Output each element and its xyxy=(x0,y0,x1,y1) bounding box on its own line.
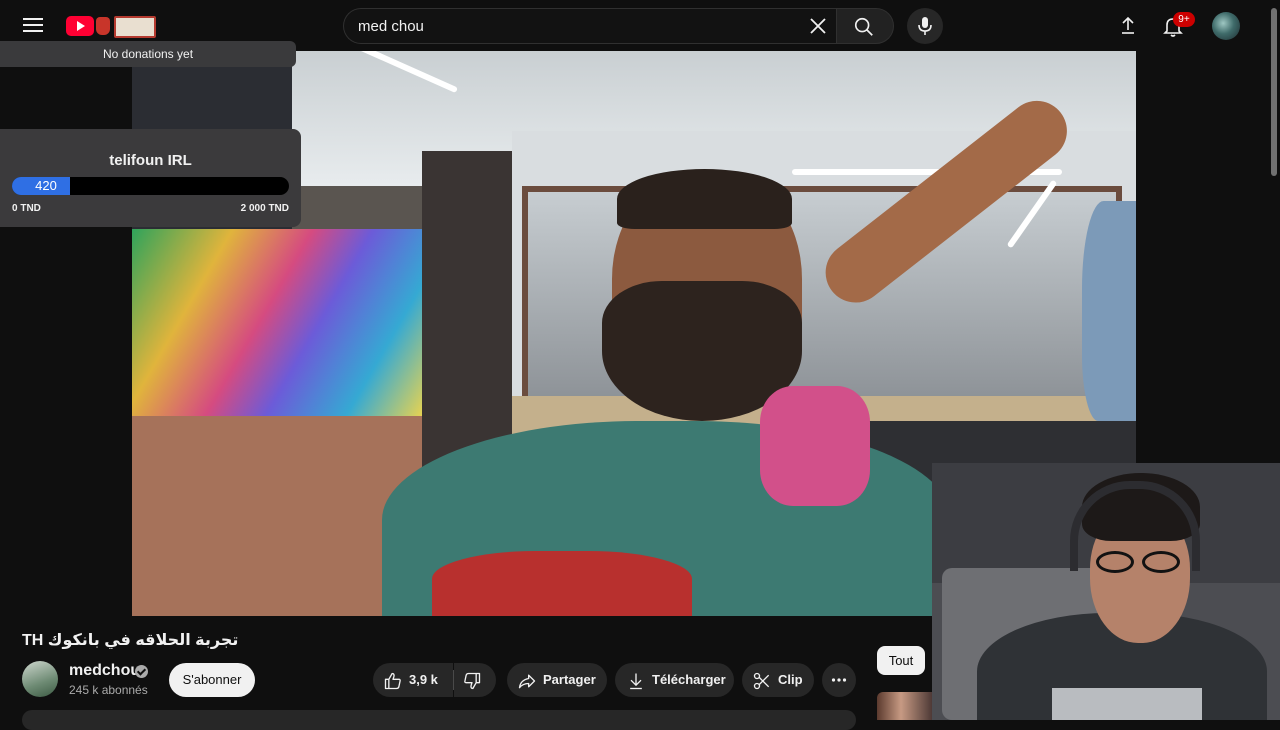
subscribe-button[interactable]: S'abonner xyxy=(169,663,255,697)
video-scene-towel xyxy=(760,386,870,506)
subscriber-count: 245 k abonnés xyxy=(69,683,148,697)
download-label: Télécharger xyxy=(652,672,726,687)
video-scene-person-hair xyxy=(617,169,792,229)
thumbs-up-icon xyxy=(384,672,401,690)
close-icon[interactable] xyxy=(806,14,830,38)
doodle-logo-decoration xyxy=(114,16,156,38)
goal-current-value: 420 xyxy=(35,178,57,193)
more-actions-button[interactable] xyxy=(822,663,856,697)
search-input[interactable] xyxy=(358,16,788,36)
share-icon xyxy=(518,674,536,689)
like-count: 3,9 k xyxy=(409,672,438,687)
donations-banner: No donations yet xyxy=(0,41,296,67)
upload-icon[interactable] xyxy=(1116,14,1140,38)
video-scene-cape xyxy=(432,551,692,616)
search-bar xyxy=(343,8,836,44)
search-icon xyxy=(854,17,873,36)
menu-icon[interactable] xyxy=(20,14,46,38)
clip-button[interactable]: Clip xyxy=(742,663,814,697)
thumbs-down-icon xyxy=(464,672,481,690)
description-box[interactable] xyxy=(22,710,856,730)
goal-progress-bar: 420 xyxy=(12,177,289,195)
webcam-overlay xyxy=(932,463,1280,720)
webcam-person-shirt-stripe xyxy=(1052,688,1202,720)
goal-min-label: 0 TND xyxy=(12,203,41,214)
mic-icon xyxy=(918,17,932,35)
goal-max-label: 2 000 TND xyxy=(240,203,289,214)
channel-name[interactable]: medchou xyxy=(69,662,140,680)
like-button[interactable]: 3,9 k xyxy=(373,663,453,697)
voice-search-button[interactable] xyxy=(907,8,943,44)
verified-icon xyxy=(135,665,148,678)
share-label: Partager xyxy=(543,672,596,687)
account-avatar[interactable] xyxy=(1212,12,1240,40)
filter-chip-all[interactable]: Tout xyxy=(877,646,925,675)
youtube-logo[interactable] xyxy=(66,14,156,38)
video-scene-graffiti xyxy=(132,229,422,424)
clip-label: Clip xyxy=(778,672,803,687)
notification-badge: 9+ xyxy=(1173,12,1195,27)
goal-title: telifoun IRL xyxy=(109,152,192,169)
video-title: تجربة الحلاقه في بانكوك TH xyxy=(22,632,239,649)
donation-goal-widget: telifoun IRL 420 0 TND 2 000 TND xyxy=(0,129,301,227)
youtube-play-icon xyxy=(66,16,94,36)
search-button[interactable] xyxy=(836,8,894,44)
channel-avatar[interactable] xyxy=(22,661,58,697)
dislike-button[interactable] xyxy=(454,663,496,697)
more-horizontal-icon xyxy=(831,678,847,682)
recommended-video-thumbnail[interactable] xyxy=(877,692,937,720)
scissors-icon xyxy=(753,672,770,690)
video-scene-barber xyxy=(1082,201,1136,421)
download-button[interactable]: Télécharger xyxy=(615,663,734,697)
doodle-logo-decoration xyxy=(96,17,110,35)
glasses-icon xyxy=(1092,551,1188,575)
page-scrollbar[interactable] xyxy=(1271,8,1277,176)
download-icon xyxy=(630,673,642,690)
share-button[interactable]: Partager xyxy=(507,663,607,697)
